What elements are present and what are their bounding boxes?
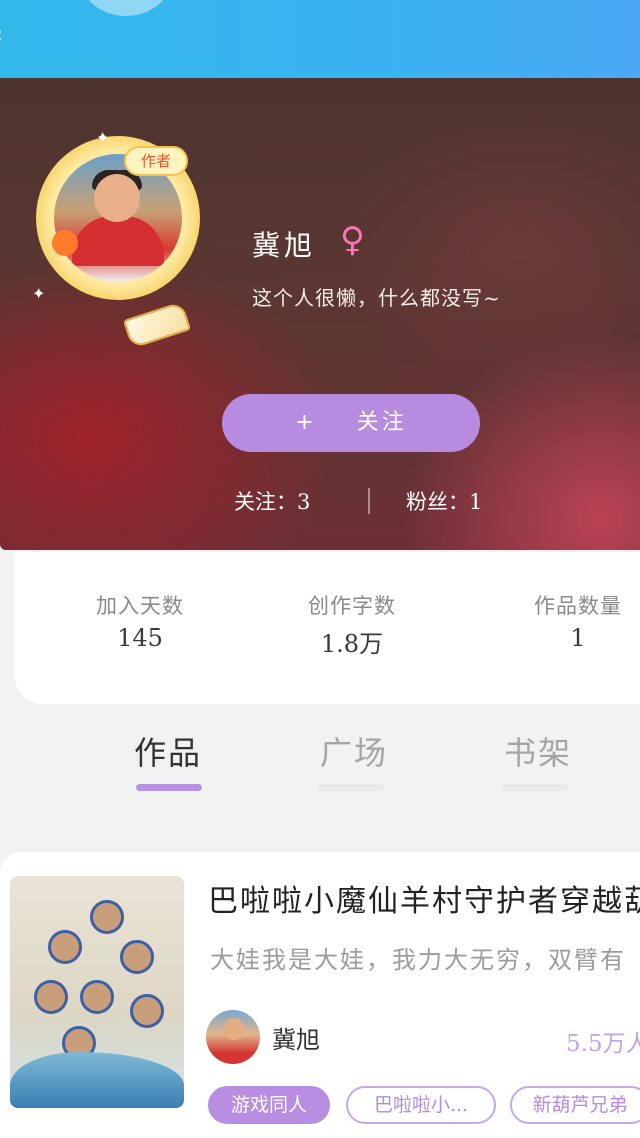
book-sticker-icon <box>122 301 192 349</box>
work-title[interactable]: 巴啦啦小魔仙羊村守护者穿越葫 <box>208 876 640 920</box>
tab-works[interactable]: 作品 <box>134 728 202 774</box>
plus-icon: + <box>295 410 317 435</box>
author-avatar-face <box>224 1018 244 1040</box>
tab-indicator <box>502 784 568 791</box>
female-icon: ♀ <box>340 220 365 260</box>
tab-indicator-active <box>136 784 202 791</box>
following-count[interactable]: 关注：3 <box>234 486 310 516</box>
user-name: 冀旭 <box>252 229 317 262</box>
stat-word-count: 创作字数 1.8万 <box>262 590 442 659</box>
follow-button-label: 关注 <box>356 410 407 435</box>
author-badge: 作者 <box>124 146 188 176</box>
cover-figure <box>80 980 114 1014</box>
top-bar: ‹ <box>0 0 640 78</box>
tag-balala[interactable]: 巴啦啦小... <box>346 1086 496 1124</box>
cover-figure <box>130 994 164 1028</box>
tab-square[interactable]: 广场 <box>320 728 388 774</box>
tag-game-fanfic[interactable]: 游戏同人 <box>208 1086 330 1124</box>
fans-count[interactable]: 粉丝：1 <box>406 486 482 516</box>
work-card[interactable]: 巴啦啦小魔仙羊村守护者穿越葫 大娃我是大娃，我力大无穷，双臂有 冀旭 5.5万人… <box>0 852 640 1138</box>
work-description: 大娃我是大娃，我力大无穷，双臂有 <box>210 946 626 974</box>
stat-value: 1.8万 <box>320 630 384 658</box>
book-cover-image[interactable] <box>10 876 184 1108</box>
tab-bar: 作品 广场 书架 <box>0 720 640 806</box>
fruit-sticker-icon <box>52 230 78 256</box>
stats-card: 加入天数 145 创作字数 1.8万 作品数量 1 <box>14 552 640 704</box>
profile-header: ✦ ✦ 作者 冀旭 ♀ 这个人很懒，什么都没写~ + 关注 关注：3 粉丝：1 <box>0 78 640 550</box>
avatar-face <box>94 174 140 222</box>
author-name[interactable]: 冀旭 <box>272 1020 320 1055</box>
stat-join-days: 加入天数 145 <box>50 590 230 652</box>
stat-label: 加入天数 <box>96 594 184 618</box>
cover-figure <box>34 980 68 1014</box>
cover-waves <box>10 1052 184 1108</box>
stats-divider <box>368 488 370 514</box>
stat-works-count: 作品数量 1 <box>488 590 640 652</box>
stat-value: 1 <box>570 624 586 652</box>
avatar-shirt <box>72 216 164 266</box>
stat-label: 创作字数 <box>308 594 396 618</box>
sparkle-icon: ✦ <box>96 128 110 147</box>
cover-figure <box>48 930 82 964</box>
back-arrow-icon[interactable]: ‹ <box>0 25 14 47</box>
tag-calabash-brothers[interactable]: 新葫芦兄弟 <box>510 1086 640 1124</box>
stat-label: 作品数量 <box>534 594 622 618</box>
sparkle-icon: ✦ <box>32 284 46 303</box>
cover-figure <box>90 900 124 934</box>
cover-figure <box>120 940 154 974</box>
author-avatar[interactable] <box>206 1010 260 1064</box>
user-bio: 这个人很懒，什么都没写~ <box>252 286 501 310</box>
header-decoration <box>80 0 172 16</box>
tab-bookshelf[interactable]: 书架 <box>504 728 572 774</box>
follow-button[interactable]: + 关注 <box>222 394 480 452</box>
work-word-count: 5.5万人 <box>566 1031 640 1057</box>
tab-indicator <box>318 784 384 791</box>
stat-value: 145 <box>117 624 163 652</box>
